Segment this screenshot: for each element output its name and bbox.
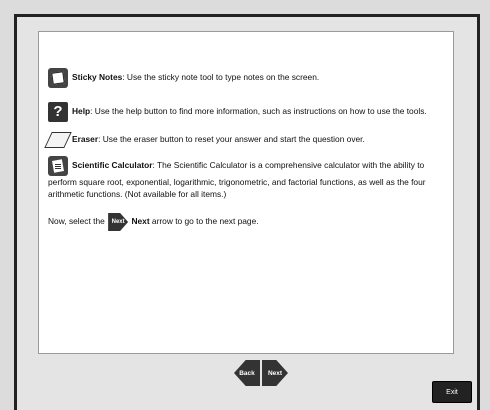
navigation-bar: Back Next xyxy=(234,360,288,388)
eraser-icon xyxy=(44,132,72,148)
sticky-notes-title: Sticky Notes xyxy=(72,72,123,83)
back-button[interactable]: Back xyxy=(234,360,260,386)
app-frame: Sticky Notes: Use the sticky note tool t… xyxy=(14,14,480,410)
help-text: : Use the help button to find more infor… xyxy=(90,106,427,117)
help-paragraph: ? Help: Use the help button to find more … xyxy=(48,102,443,122)
calculator-icon xyxy=(48,156,68,176)
next-instruction-prefix: Now, select the xyxy=(48,216,108,227)
help-icon: ? xyxy=(48,102,68,122)
next-button[interactable]: Next xyxy=(262,360,288,386)
next-instruction-paragraph: Now, select the Next Next arrow to go to… xyxy=(48,213,443,231)
sticky-notes-paragraph: Sticky Notes: Use the sticky note tool t… xyxy=(48,68,443,88)
next-instruction-suffix: arrow to go to the next page. xyxy=(149,216,259,227)
eraser-title: Eraser xyxy=(72,134,99,145)
eraser-text: : Use the eraser button to reset your an… xyxy=(98,134,365,145)
exit-button[interactable]: Exit xyxy=(432,381,472,403)
sticky-notes-text: : Use the sticky note tool to type notes… xyxy=(122,72,320,83)
calculator-paragraph: Scientific Calculator: The Scientific Ca… xyxy=(48,156,443,200)
instructions-panel: Sticky Notes: Use the sticky note tool t… xyxy=(38,31,454,354)
help-title: Help xyxy=(72,106,91,117)
next-instruction-bold: Next xyxy=(131,216,150,227)
calculator-title: Scientific Calculator xyxy=(72,160,153,171)
next-arrow-icon: Next xyxy=(108,213,129,231)
sticky-note-icon xyxy=(48,68,68,88)
eraser-paragraph: Eraser: Use the eraser button to reset y… xyxy=(44,132,443,148)
